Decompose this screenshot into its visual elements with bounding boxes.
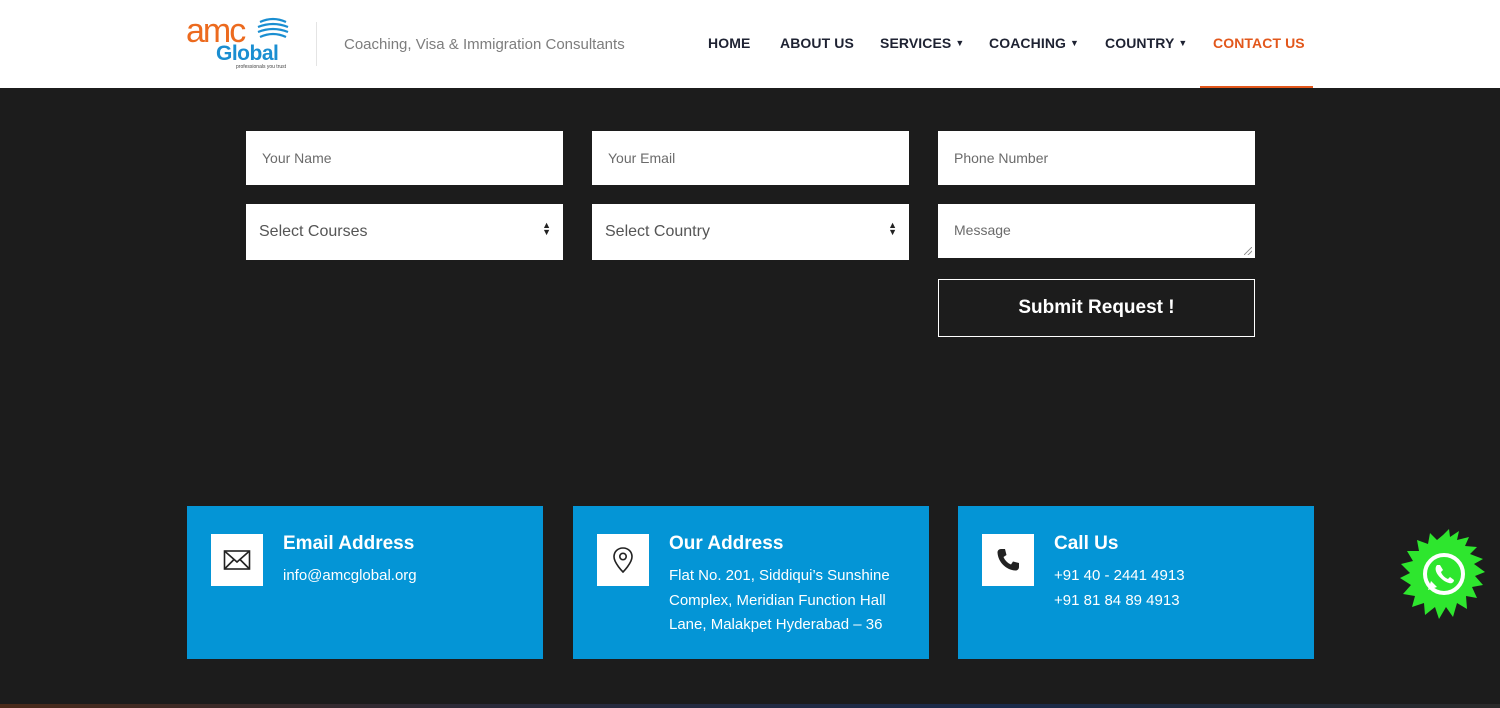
email-card-title: Email Address	[283, 533, 415, 554]
nav-coaching-label: COACHING	[989, 35, 1067, 51]
select-arrows-icon: ▲ ▼	[888, 220, 897, 237]
address-card-body: Flat No. 201, Siddiqui’s Sunshine Comple…	[669, 564, 909, 638]
site-tagline: Coaching, Visa & Immigration Consultants	[344, 36, 625, 53]
message-placeholder: Message	[954, 222, 1011, 238]
nav-country[interactable]: COUNTRY ▼	[1105, 35, 1187, 51]
address-line: Lane, Malakpet Hyderabad – 36	[669, 616, 883, 633]
phone-number[interactable]: +91 81 84 89 4913	[1054, 589, 1294, 614]
address-icon-box	[597, 534, 649, 586]
country-select[interactable]: Select Country ▲ ▼	[592, 204, 909, 260]
header-divider	[316, 22, 317, 66]
message-field[interactable]: Message	[938, 204, 1255, 258]
call-card: Call Us +91 40 - 2441 4913 +91 81 84 89 …	[958, 506, 1314, 659]
nav-about-us[interactable]: ABOUT US	[780, 35, 854, 51]
country-select-value: Select Country	[605, 223, 710, 240]
nav-services[interactable]: SERVICES ▼	[880, 35, 964, 51]
whatsapp-icon	[1400, 529, 1485, 619]
nav-country-label: COUNTRY	[1105, 35, 1175, 51]
envelope-icon	[223, 550, 251, 570]
submit-request-button[interactable]: Submit Request !	[938, 279, 1255, 337]
whatsapp-button[interactable]	[1397, 527, 1489, 622]
logo-brand-bottom: Global	[216, 42, 279, 65]
email-address[interactable]: info@amcglobal.org	[283, 564, 523, 589]
caret-down-icon: ▼	[1070, 38, 1080, 48]
email-icon-box	[211, 534, 263, 586]
address-card: Our Address Flat No. 201, Siddiqui’s Sun…	[573, 506, 929, 659]
address-line: Flat No. 201, Siddiqui’s Sunshine	[669, 567, 890, 584]
nav-contact-us-label: CONTACT US	[1213, 35, 1305, 51]
map-pin-icon	[613, 547, 633, 574]
address-line: Complex, Meridian Function Hall	[669, 591, 886, 609]
email-card: Email Address info@amcglobal.org	[187, 506, 543, 659]
nav-about-us-label: ABOUT US	[780, 35, 854, 51]
email-field[interactable]	[592, 131, 909, 185]
phone-icon	[997, 549, 1019, 571]
site-header: amc Global professionals you trust Coach…	[0, 0, 1500, 88]
nav-coaching[interactable]: COACHING ▼	[989, 35, 1079, 51]
phone-field[interactable]	[938, 131, 1255, 185]
resize-handle-icon[interactable]	[1244, 247, 1252, 255]
footer-strip	[0, 704, 1500, 708]
caret-down-icon: ▼	[1178, 38, 1188, 48]
courses-select-value: Select Courses	[259, 223, 368, 240]
nav-active-indicator	[1200, 86, 1313, 88]
select-arrows-icon: ▲ ▼	[542, 220, 551, 237]
address-card-title: Our Address	[669, 533, 784, 554]
nav-services-label: SERVICES	[880, 35, 952, 51]
nav-contact-us[interactable]: CONTACT US	[1213, 35, 1305, 51]
nav-home-label: HOME	[708, 35, 751, 51]
caret-down-icon: ▼	[955, 38, 965, 48]
call-card-body: +91 40 - 2441 4913 +91 81 84 89 4913	[1054, 564, 1294, 613]
phone-number[interactable]: +91 40 - 2441 4913	[1054, 564, 1294, 589]
site-logo[interactable]: amc Global professionals you trust	[186, 12, 290, 72]
name-field[interactable]	[246, 131, 563, 185]
courses-select[interactable]: Select Courses ▲ ▼	[246, 204, 563, 260]
call-icon-box	[982, 534, 1034, 586]
email-card-body: info@amcglobal.org	[283, 564, 523, 589]
logo-tagline: professionals you trust	[236, 64, 287, 70]
call-card-title: Call Us	[1054, 533, 1119, 554]
nav-home[interactable]: HOME	[708, 35, 750, 51]
